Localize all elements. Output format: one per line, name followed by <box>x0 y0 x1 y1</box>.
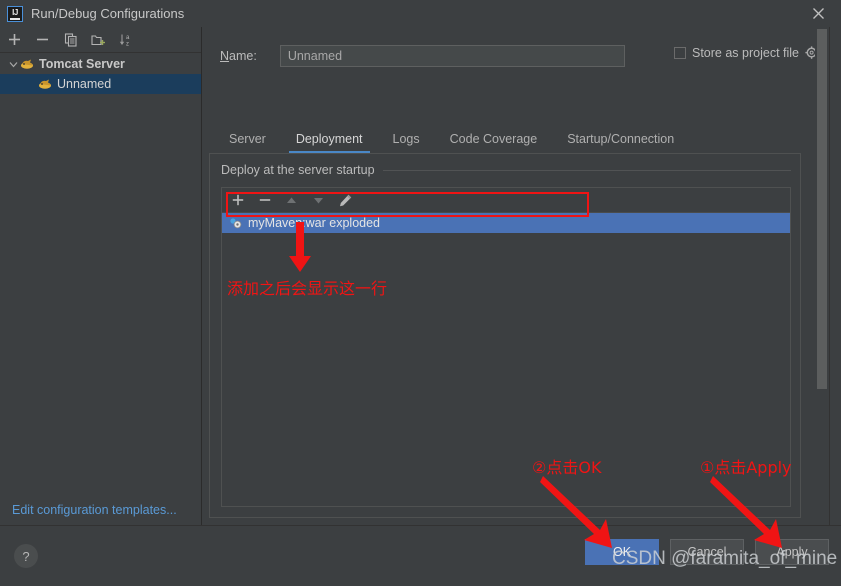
tree-group-label: Tomcat Server <box>39 57 125 71</box>
store-as-project-file-label: Store as project file <box>692 46 799 60</box>
tomcat-icon <box>38 77 53 91</box>
tab-deployment[interactable]: Deployment <box>281 132 378 153</box>
dialog-right-edge <box>829 27 841 525</box>
deploy-group-header: Deploy at the server startup <box>221 163 791 177</box>
chevron-down-icon[interactable] <box>6 60 20 69</box>
ok-button[interactable]: OK <box>585 539 659 565</box>
svg-text:a: a <box>126 35 130 41</box>
store-as-project-file-row[interactable]: Store as project file <box>674 46 819 60</box>
scrollbar-thumb[interactable] <box>817 29 827 389</box>
tab-logs[interactable]: Logs <box>378 132 435 153</box>
deployment-panel: Deploy at the server startup myMaven:war… <box>209 153 801 518</box>
cancel-button[interactable]: Cancel <box>670 539 744 565</box>
run-debug-configurations-dialog: IJ Run/Debug Configurations a z Tomcat S… <box>0 0 841 586</box>
tab-server[interactable]: Server <box>220 132 281 153</box>
sidebar-toolbar: a z <box>0 27 201 53</box>
tree-item-label: Unnamed <box>57 77 112 91</box>
artifact-icon <box>229 216 243 230</box>
artifact-row[interactable]: myMaven:war exploded <box>222 213 790 233</box>
close-icon[interactable] <box>795 0 841 27</box>
edit-configuration-templates-link[interactable]: Edit configuration templates... <box>12 503 177 517</box>
svg-text:z: z <box>126 41 129 47</box>
deploy-group-title: Deploy at the server startup <box>221 163 375 177</box>
title-bar: IJ Run/Debug Configurations <box>0 0 841 27</box>
store-as-project-file-checkbox[interactable] <box>674 47 686 59</box>
tab-startup-connection[interactable]: Startup/Connection <box>552 132 689 153</box>
apply-button[interactable]: Apply <box>755 539 829 565</box>
tab-code-coverage[interactable]: Code Coverage <box>435 132 553 153</box>
save-configuration-button[interactable] <box>90 31 107 48</box>
artifact-label: myMaven:war exploded <box>248 216 381 230</box>
sort-configurations-button[interactable]: a z <box>118 31 135 48</box>
vertical-scrollbar[interactable] <box>815 27 829 525</box>
question-mark-icon[interactable]: ? <box>14 544 38 568</box>
window-title: Run/Debug Configurations <box>31 6 185 21</box>
dialog-footer: ? OK Cancel Apply <box>0 525 841 586</box>
copy-configuration-button[interactable] <box>62 31 79 48</box>
artifact-list-box: myMaven:war exploded <box>221 187 791 507</box>
add-artifact-button[interactable] <box>230 193 245 208</box>
configuration-name-input[interactable] <box>279 45 625 67</box>
move-down-button[interactable] <box>311 193 326 208</box>
configuration-content: Name: Store as project file Server Deplo… <box>203 27 841 525</box>
remove-artifact-button[interactable] <box>257 193 272 208</box>
tomcat-icon <box>20 57 35 71</box>
group-divider <box>382 169 791 171</box>
intellij-idea-logo-icon: IJ <box>7 5 23 22</box>
move-up-button[interactable] <box>284 193 299 208</box>
configurations-tree: Tomcat Server Unnamed <box>0 53 201 94</box>
add-configuration-button[interactable] <box>6 31 23 48</box>
remove-configuration-button[interactable] <box>34 31 51 48</box>
name-row: Name: <box>220 45 625 67</box>
configuration-tabs: Server Deployment Logs Code Coverage Sta… <box>220 125 689 153</box>
tree-group-tomcat-server[interactable]: Tomcat Server <box>0 54 201 74</box>
configurations-sidebar: a z Tomcat Server Unnamed Edit configura… <box>0 27 202 525</box>
edit-artifact-button[interactable] <box>338 193 353 208</box>
sidebar-item-unnamed[interactable]: Unnamed <box>0 74 201 94</box>
artifact-toolbar <box>222 188 790 213</box>
name-label: Name: <box>220 49 257 63</box>
